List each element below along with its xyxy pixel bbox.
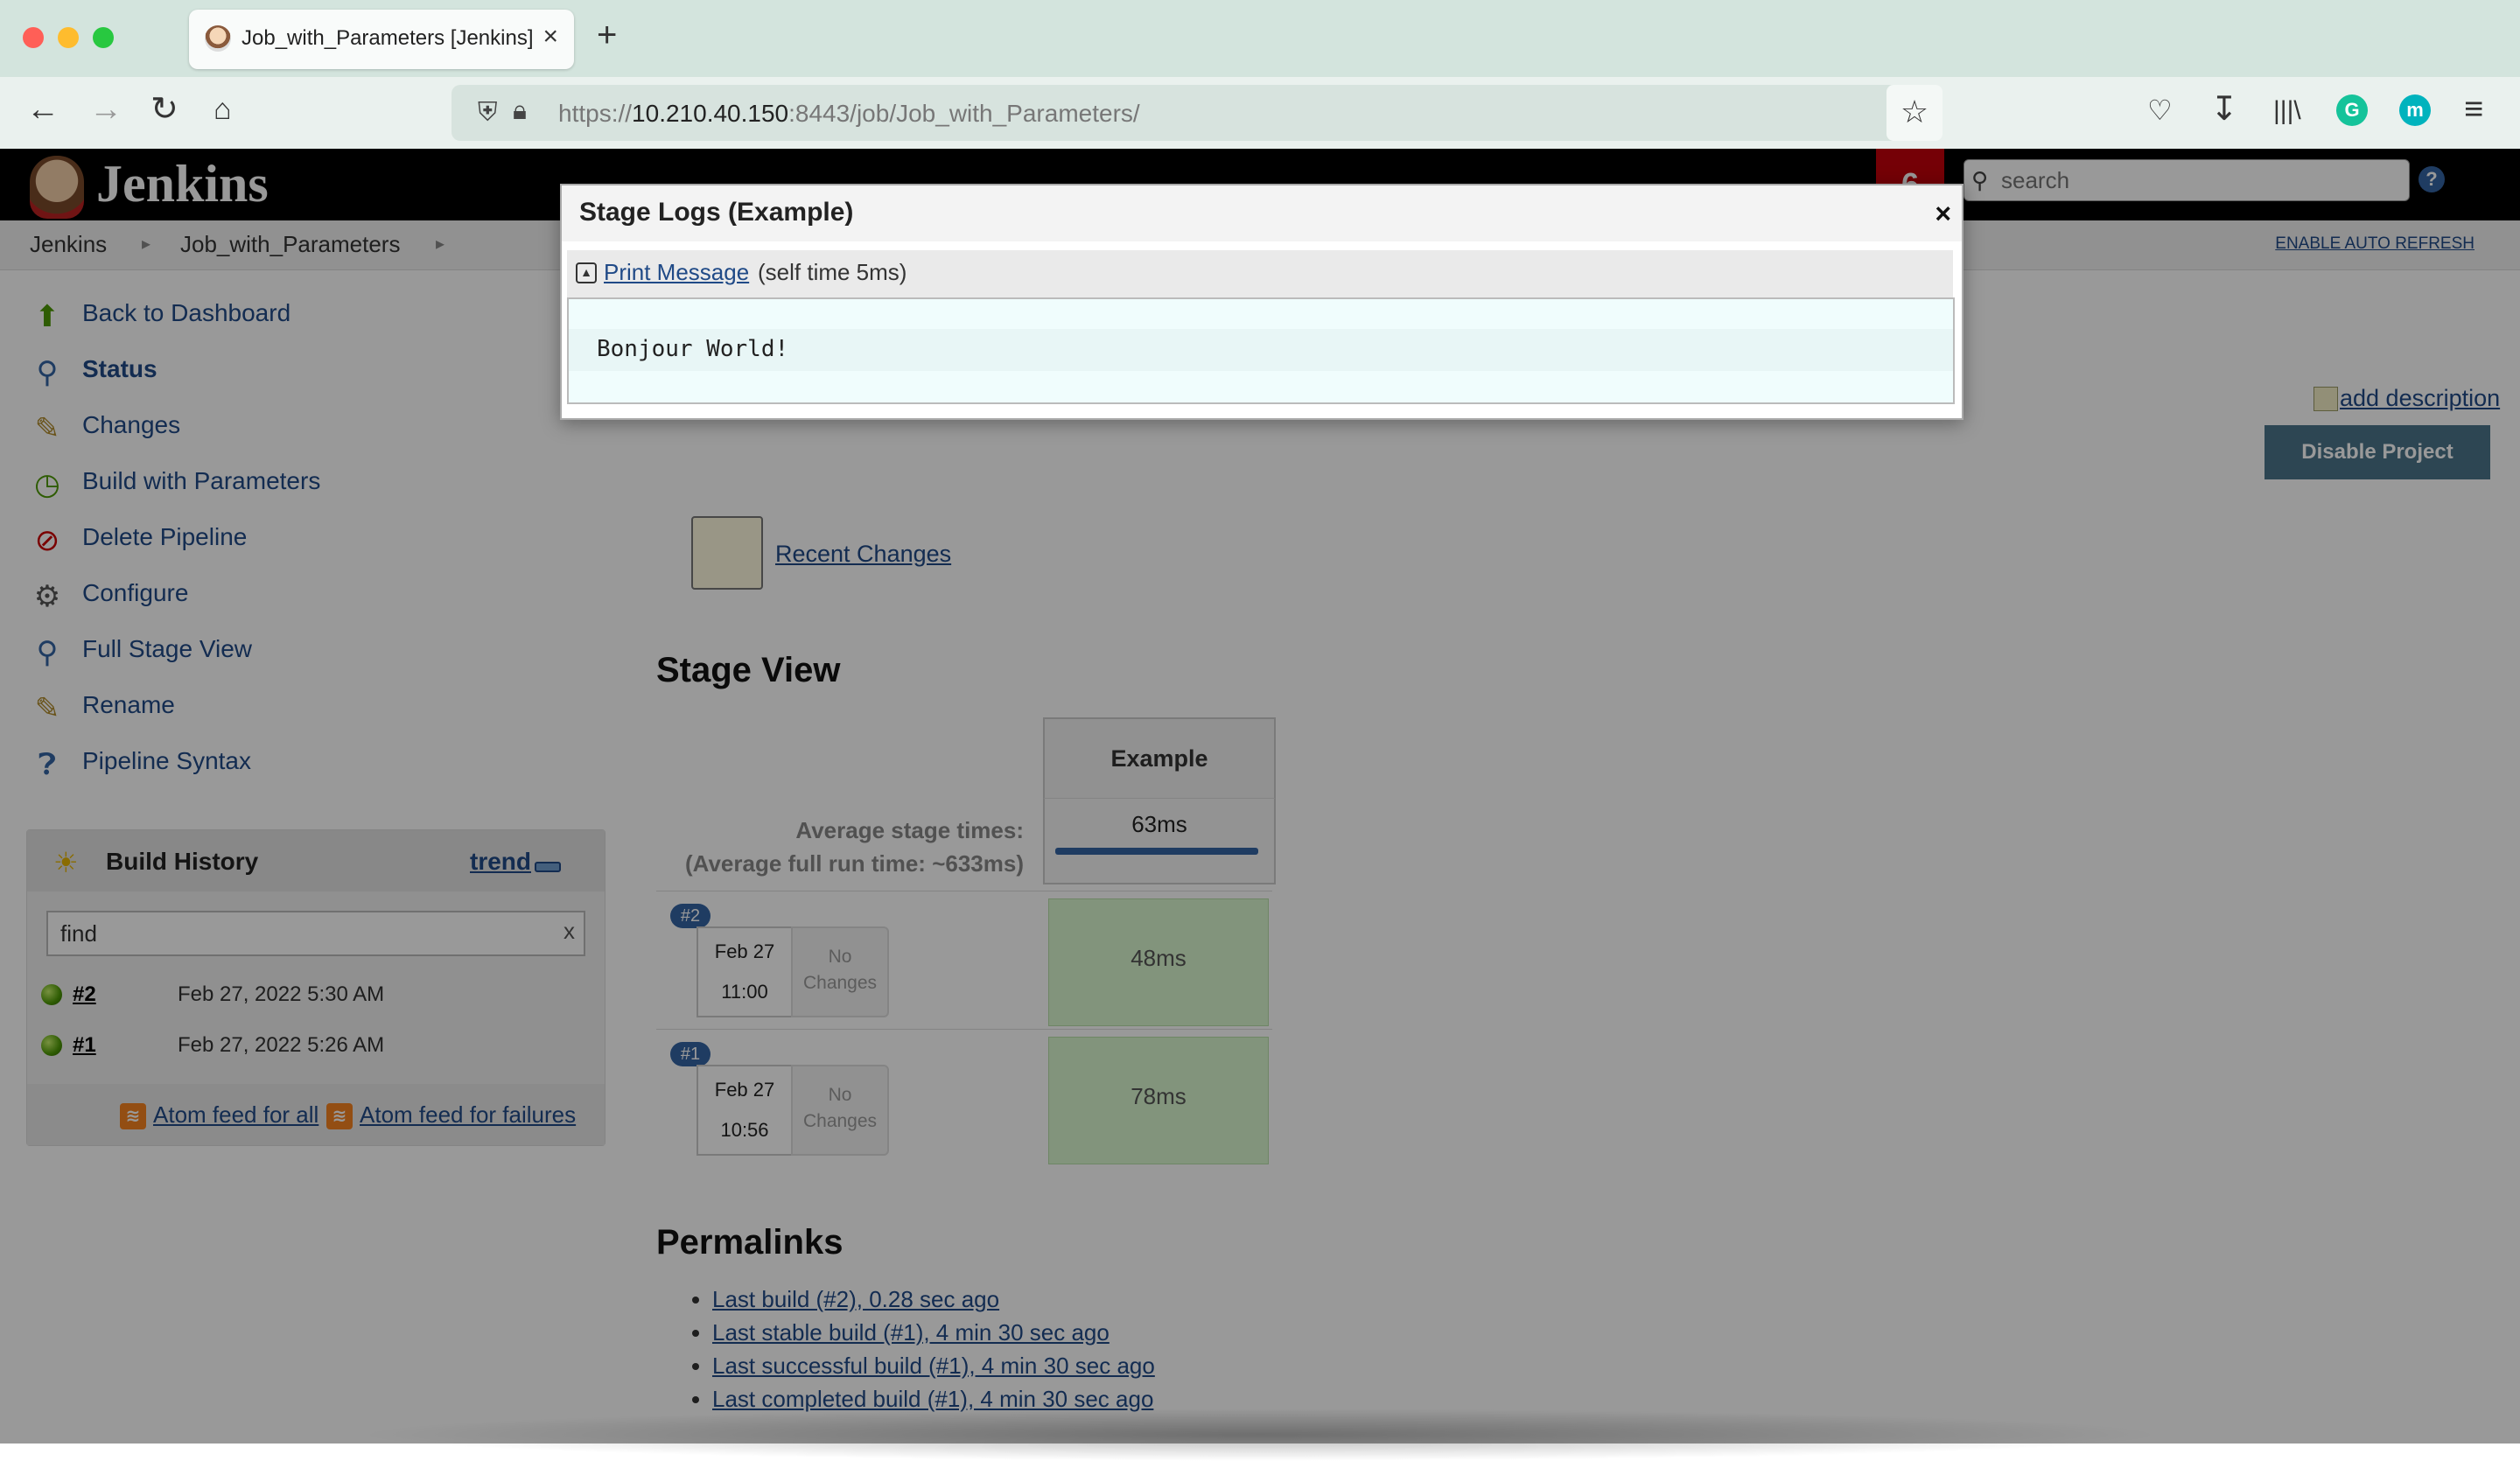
pocket-icon[interactable]: ♡ [2147, 96, 2173, 124]
downloads-icon[interactable]: ↧ [2210, 93, 2238, 126]
tab-title: Job_with_Parameters [Jenkins] [242, 26, 534, 50]
grammarly-extension-icon[interactable]: G [2336, 94, 2368, 126]
lock-icon[interactable]: 🔒︎ [513, 96, 527, 126]
jenkins-favicon-icon [205, 25, 231, 52]
tab-close-icon[interactable]: × [542, 22, 558, 52]
new-tab-button[interactable]: + [597, 17, 617, 52]
zoom-window-button[interactable] [93, 27, 114, 48]
print-message-link[interactable]: Print Message [604, 259, 749, 286]
dialog-header: Stage Logs (Example) × [562, 185, 1962, 241]
stage-logs-dialog: Stage Logs (Example) × ▲ Print Message (… [560, 184, 1964, 420]
close-icon[interactable]: × [1935, 198, 1951, 230]
reload-icon[interactable]: ↻ [150, 93, 178, 126]
back-arrow-icon[interactable]: ← [26, 93, 60, 126]
bookmark-star-icon[interactable]: ☆ [1886, 85, 1942, 141]
profile-avatar[interactable]: m [2399, 94, 2431, 126]
log-node-row: ▲ Print Message (self time 5ms) [567, 250, 1953, 297]
url-text[interactable]: https://10.210.40.150:8443/job/Job_with_… [558, 100, 1140, 128]
browser-titlebar: Job_with_Parameters [Jenkins] × + [0, 0, 2520, 77]
tracking-shield-icon[interactable]: ⛨ [478, 98, 498, 128]
minimize-window-button[interactable] [58, 27, 79, 48]
dialog-title: Stage Logs (Example) [579, 198, 854, 227]
log-line: Bonjour World! [569, 329, 1953, 371]
forward-arrow-icon[interactable]: → [89, 93, 122, 126]
browser-tab[interactable]: Job_with_Parameters [Jenkins] × [189, 10, 574, 69]
log-output: Bonjour World! [567, 297, 1955, 404]
library-icon[interactable]: |||\ [2273, 98, 2301, 124]
url-bar[interactable]: ⛨ 🔒︎ https://10.210.40.150:8443/job/Job_… [452, 85, 1942, 141]
collapse-icon[interactable]: ▲ [576, 262, 597, 283]
log-text: Bonjour World! [597, 336, 789, 362]
modal-shadow [350, 1409, 2170, 1461]
close-window-button[interactable] [23, 27, 44, 48]
home-icon[interactable]: ⌂ [214, 94, 232, 124]
menu-hamburger-icon[interactable]: ≡ [2464, 93, 2483, 126]
node-self-time: (self time 5ms) [758, 259, 907, 285]
browser-toolbar: ← → ↻ ⌂ ⛨ 🔒︎ https://10.210.40.150:8443/… [0, 77, 2520, 149]
